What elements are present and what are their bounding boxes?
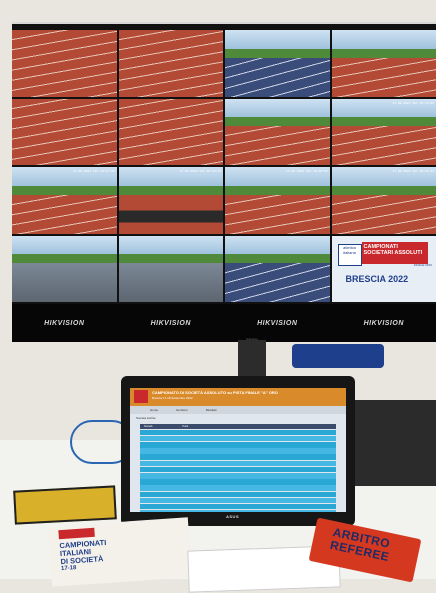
monitor-stand [238, 340, 266, 380]
table-title: Società iscritte [130, 414, 346, 422]
camera-feed-grid: 17-09-2022 Sat 10:19:45 17-09-2022 Sat 10… [12, 30, 436, 302]
camera-feed: 17-09-2022 Sat 10:19:45 [332, 99, 436, 166]
table-row[interactable] [140, 454, 336, 460]
table-row[interactable] [140, 448, 336, 454]
equipment-rack [352, 400, 436, 486]
results-site-header: CAMPIONATO DI SOCIETÀ ASSOLUTO su PISTA … [130, 388, 346, 406]
feed-sky [225, 30, 330, 50]
results-table: Società Punti [140, 424, 336, 512]
tablet-computer: CAMPIONATO DI SOCIETÀ ASSOLUTO su PISTA … [121, 376, 355, 526]
feed-track [12, 263, 117, 302]
camera-feed [119, 236, 224, 303]
hikvision-logo: HIKVISION [119, 320, 224, 327]
results-site-title: CAMPIONATO DI SOCIETÀ ASSOLUTO su PISTA … [152, 390, 278, 395]
table-row[interactable] [140, 479, 336, 485]
feed-track [12, 99, 117, 166]
feed-track [332, 195, 436, 234]
program-dates: 17-18 [61, 565, 77, 572]
feed-track [12, 30, 117, 97]
program-booklet: CAMPIONATI ITALIANI DI SOCIETÀ 17-18 [48, 517, 192, 587]
tablet-screen: CAMPIONATO DI SOCIETÀ ASSOLUTO su PISTA … [130, 388, 346, 512]
tab-home[interactable]: Home [150, 408, 158, 412]
tablet-brand: ASUS [226, 514, 239, 519]
office-chair [292, 344, 384, 368]
poster-sub: FINALE ORO [414, 263, 432, 267]
feed-timestamp: 17-09-2022 Sat 10:17:49 [73, 169, 115, 173]
camera-feed [119, 30, 224, 97]
camera-feed [12, 30, 117, 97]
feed-sky [225, 99, 330, 119]
feed-timestamp: 17-09-2022 Sat 10:19:43 [392, 169, 434, 173]
feed-track [119, 30, 224, 97]
tab-risultati[interactable]: Risultati [206, 408, 217, 412]
program-title-line-3: DI SOCIETÀ [60, 555, 107, 566]
camera-feed: 17-09-2022 Sat 10:18:50 [225, 167, 330, 234]
tab-iscrizioni[interactable]: Iscrizioni [176, 408, 188, 412]
monitor-brand-bar: HIKVISIONHIKVISIONHIKVISIONHIKVISION [12, 304, 436, 342]
feed-track [225, 195, 330, 234]
table-row[interactable] [140, 467, 336, 473]
feed-sky [225, 236, 330, 256]
table-row[interactable] [140, 492, 336, 498]
feed-track [12, 195, 117, 234]
table-header: Società Punti [140, 424, 336, 429]
camera-feed: 17-09-2022 Sat 10:19:45 [119, 167, 224, 234]
hikvision-logo: HIKVISION [225, 320, 330, 327]
results-site-tabs: Home Iscrizioni Risultati [130, 406, 346, 414]
poster-event: BRESCIA 2022 [346, 274, 409, 284]
feed-timestamp: 17-09-2022 Sat 10:19:45 [392, 101, 434, 105]
camera-feed [119, 99, 224, 166]
feed-timestamp: 17-09-2022 Sat 10:18:50 [286, 169, 328, 173]
program-logo-strip [58, 528, 95, 539]
feed-track [119, 99, 224, 166]
camera-feed [225, 30, 330, 97]
yellow-folder [13, 485, 117, 524]
camera-feed [12, 236, 117, 303]
column-header-punti: Punti [182, 425, 188, 428]
camera-feed [225, 236, 330, 303]
feed-track [332, 58, 436, 97]
camera-feed: 17-09-2022 Sat 10:17:49 [12, 167, 117, 234]
feed-sky [12, 236, 117, 256]
table-row[interactable] [140, 498, 336, 504]
camera-feed [332, 30, 436, 97]
camera-feed: 17-09-2022 Sat 10:19:43 [332, 167, 436, 234]
table-row[interactable] [140, 510, 336, 512]
event-poster: atletica italianaCAMPIONATI SOCIETARI AS… [332, 236, 436, 303]
camera-feed [12, 99, 117, 166]
feed-track [119, 195, 224, 234]
feed-timestamp: 17-09-2022 Sat 10:19:45 [179, 169, 221, 173]
results-site-subtitle: Brescia 17-18 Settembre 2022 [152, 396, 193, 400]
camera-feed: atletica italianaCAMPIONATI SOCIETARI AS… [332, 236, 436, 303]
feed-track [225, 263, 330, 302]
hikvision-logo: HIKVISION [12, 320, 117, 327]
camera-feed [225, 99, 330, 166]
table-row[interactable] [140, 461, 336, 467]
feed-sky [119, 236, 224, 256]
column-header-societa: Società [144, 425, 152, 428]
table-row[interactable] [140, 436, 336, 442]
video-wall-monitor: 17-09-2022 Sat 10:19:45 17-09-2022 Sat 10… [12, 22, 436, 342]
poster-banner: CAMPIONATI SOCIETARI ASSOLUTI [362, 242, 428, 264]
table-row[interactable] [140, 442, 336, 448]
feed-track [225, 126, 330, 165]
feed-track [332, 126, 436, 165]
table-row[interactable] [140, 430, 336, 436]
feed-track [119, 263, 224, 302]
table-row[interactable] [140, 473, 336, 479]
fidal-logo: atletica italiana [338, 244, 362, 266]
program-title: CAMPIONATI ITALIANI DI SOCIETÀ [59, 539, 108, 566]
event-logo [134, 390, 148, 403]
feed-track [225, 58, 330, 97]
feed-sky [332, 30, 436, 50]
hikvision-logo: HIKVISION [332, 320, 436, 327]
table-row[interactable] [140, 485, 336, 491]
table-row[interactable] [140, 504, 336, 510]
